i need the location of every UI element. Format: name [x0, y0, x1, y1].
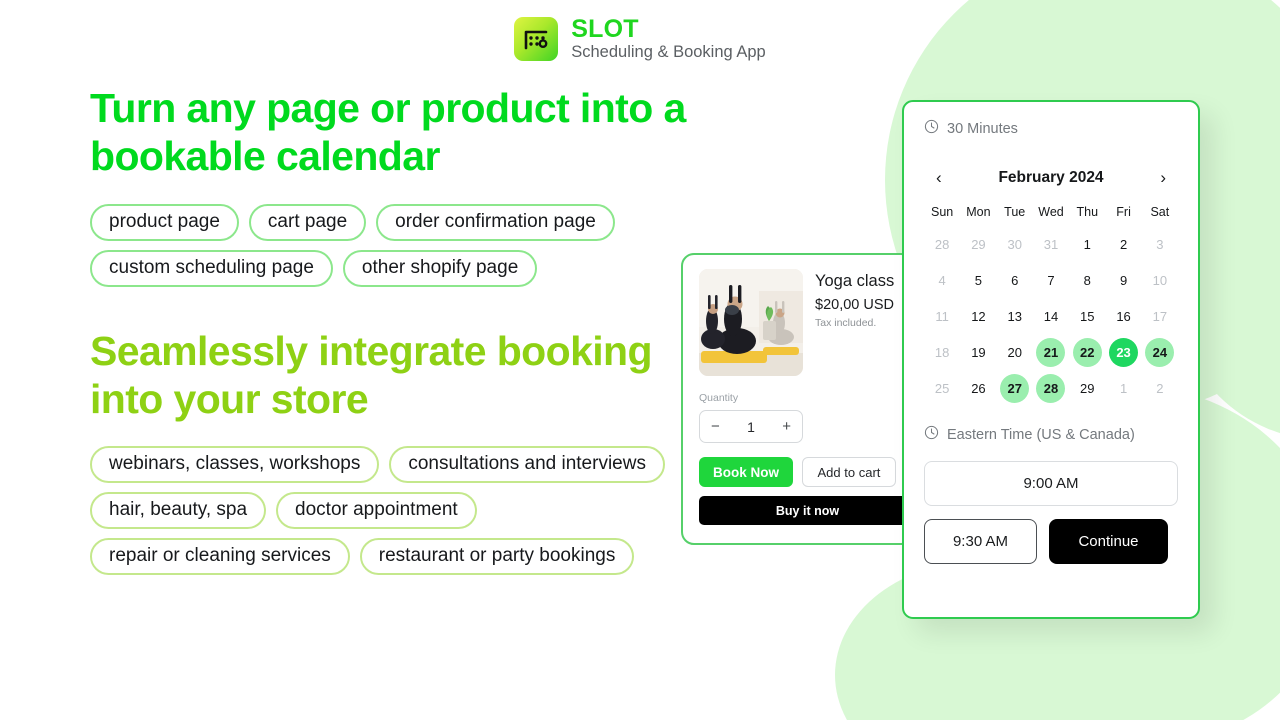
calendar-day: 1 [1109, 374, 1138, 403]
calendar-day[interactable]: 19 [964, 338, 993, 367]
calendar-day: 28 [928, 230, 957, 259]
page-type-pill-1: cart page [248, 203, 367, 241]
calendar-day[interactable]: 2 [1109, 230, 1138, 259]
page-type-pill-2: order confirmation page [376, 203, 615, 241]
calendar-grid: Sun Mon Tue Wed Thu Fri Sat 28 29 30 31 1 2 3 4 5 6 7 8 9 10… [924, 205, 1178, 403]
calendar-day[interactable]: 13 [1000, 302, 1029, 331]
calendar-day[interactable]: 26 [964, 374, 993, 403]
weekday-header: Mon [966, 205, 991, 219]
calendar-day: 25 [928, 374, 957, 403]
time-slot-action-row: 9:30 AM Continue [924, 519, 1178, 564]
weekday-header: Fri [1116, 205, 1131, 219]
yoga-class-photo [699, 269, 803, 376]
weekday-header: Wed [1038, 205, 1064, 219]
book-now-button[interactable]: Book Now [699, 457, 793, 487]
brand-tagline: Scheduling & Booking App [571, 43, 766, 62]
calendar-day[interactable]: 15 [1073, 302, 1102, 331]
calendar-day: 29 [964, 230, 993, 259]
page-title-secondary: Seamlessly integrate booking into your s… [90, 327, 653, 423]
use-case-pill-4: repair or cleaning services [90, 537, 350, 575]
timezone-row: Eastern Time (US & Canada) [924, 425, 1178, 445]
timezone-label: Eastern Time (US & Canada) [947, 427, 1135, 443]
calendar-day[interactable]: 24 [1145, 338, 1175, 367]
weekday-header: Sat [1150, 205, 1170, 219]
add-to-cart-button[interactable]: Add to cart [801, 457, 896, 487]
calendar-day[interactable]: 14 [1036, 302, 1065, 331]
weekday-header: Tue [1004, 205, 1026, 219]
calendar-day[interactable]: 12 [964, 302, 993, 331]
chevron-right-icon[interactable]: › [1156, 167, 1170, 188]
calendar-day[interactable]: 16 [1109, 302, 1138, 331]
promo-banner: SLOT Scheduling & Booking App Turn any p… [0, 0, 1280, 720]
use-case-pill-list: webinars, classes, workshops consultation… [90, 445, 680, 575]
use-case-pill-5: restaurant or party bookings [359, 537, 635, 575]
clock-icon [924, 425, 939, 445]
calendar-day-selected[interactable]: 23 [1109, 338, 1139, 367]
calendar-day[interactable]: 28 [1036, 374, 1066, 403]
buy-it-now-button[interactable]: Buy it now [699, 496, 912, 525]
calendar-day: 3 [1145, 230, 1174, 259]
calendar-day[interactable]: 7 [1036, 266, 1065, 295]
continue-button[interactable]: Continue [1049, 519, 1168, 564]
calendar-day: 18 [928, 338, 957, 367]
calendar-day[interactable]: 9 [1109, 266, 1138, 295]
calendar-day[interactable]: 5 [964, 266, 993, 295]
duration-label: 30 Minutes [947, 121, 1018, 137]
calendar-day: 30 [1000, 230, 1029, 259]
quantity-stepper[interactable]: − 1 + [699, 410, 803, 443]
calendar-day[interactable]: 1 [1073, 230, 1102, 259]
product-action-row: Book Now Add to cart [699, 457, 896, 487]
product-price: $20,00 USD [815, 297, 894, 313]
use-case-pill-0: webinars, classes, workshops [90, 445, 380, 483]
calendar-day[interactable]: 21 [1036, 338, 1066, 367]
calendar-day[interactable]: 22 [1072, 338, 1102, 367]
page-type-pill-3: custom scheduling page [90, 249, 333, 287]
weekday-header: Thu [1076, 205, 1099, 219]
brand-header: SLOT Scheduling & Booking App [0, 16, 1280, 62]
page-type-pill-4: other shopify page [342, 249, 538, 287]
duration-row: 30 Minutes [924, 119, 1178, 139]
hero-content: Turn any page or product into a bookable… [90, 84, 730, 575]
calendar-day: 31 [1036, 230, 1065, 259]
calendar-day: 17 [1145, 302, 1174, 331]
calendar-navigation: ‹ February 2024 › [924, 167, 1178, 188]
calendar-day: 4 [928, 266, 957, 295]
calendar-month-label: February 2024 [998, 168, 1104, 186]
clock-icon [924, 119, 939, 139]
calendar-day[interactable]: 27 [1000, 374, 1030, 403]
page-title-primary: Turn any page or product into a bookable… [90, 85, 686, 180]
brand-text: SLOT Scheduling & Booking App [571, 16, 765, 62]
calendar-day: 10 [1145, 266, 1174, 295]
chevron-left-icon[interactable]: ‹ [932, 167, 946, 188]
product-summary: Yoga class $20,00 USD Tax included. [699, 269, 896, 376]
quantity-label: Quantity [699, 392, 739, 404]
calendar-day[interactable]: 8 [1073, 266, 1102, 295]
product-title: Yoga class [815, 272, 895, 290]
use-case-pill-1: consultations and interviews [389, 445, 665, 483]
booking-widget: 30 Minutes ‹ February 2024 › Sun Mon Tue We… [902, 100, 1200, 619]
page-type-pill-0: product page [90, 203, 239, 241]
calendar-day[interactable]: 6 [1000, 266, 1029, 295]
time-slot-secondary[interactable]: 9:30 AM [924, 519, 1037, 564]
calendar-dots-icon [514, 16, 559, 61]
weekday-header: Sun [931, 205, 954, 219]
time-slot-primary[interactable]: 9:00 AM [924, 461, 1178, 506]
use-case-pill-2: hair, beauty, spa [90, 491, 267, 529]
page-type-pill-list: product page cart page order confirmation … [90, 203, 715, 287]
product-details: Yoga class $20,00 USD Tax included. [815, 269, 894, 376]
quantity-decrease-button[interactable]: − [711, 418, 720, 435]
product-card: Yoga class $20,00 USD Tax included. Quan… [681, 253, 914, 545]
calendar-day[interactable]: 20 [1000, 338, 1029, 367]
quantity-increase-button[interactable]: + [782, 418, 791, 435]
calendar-day: 2 [1145, 374, 1174, 403]
calendar-day[interactable]: 29 [1073, 374, 1102, 403]
quantity-value[interactable]: 1 [747, 419, 755, 435]
product-tax-note: Tax included. [815, 317, 877, 329]
use-case-pill-3: doctor appointment [276, 491, 477, 529]
brand-name: SLOT [571, 15, 639, 43]
calendar-day: 11 [928, 302, 957, 331]
